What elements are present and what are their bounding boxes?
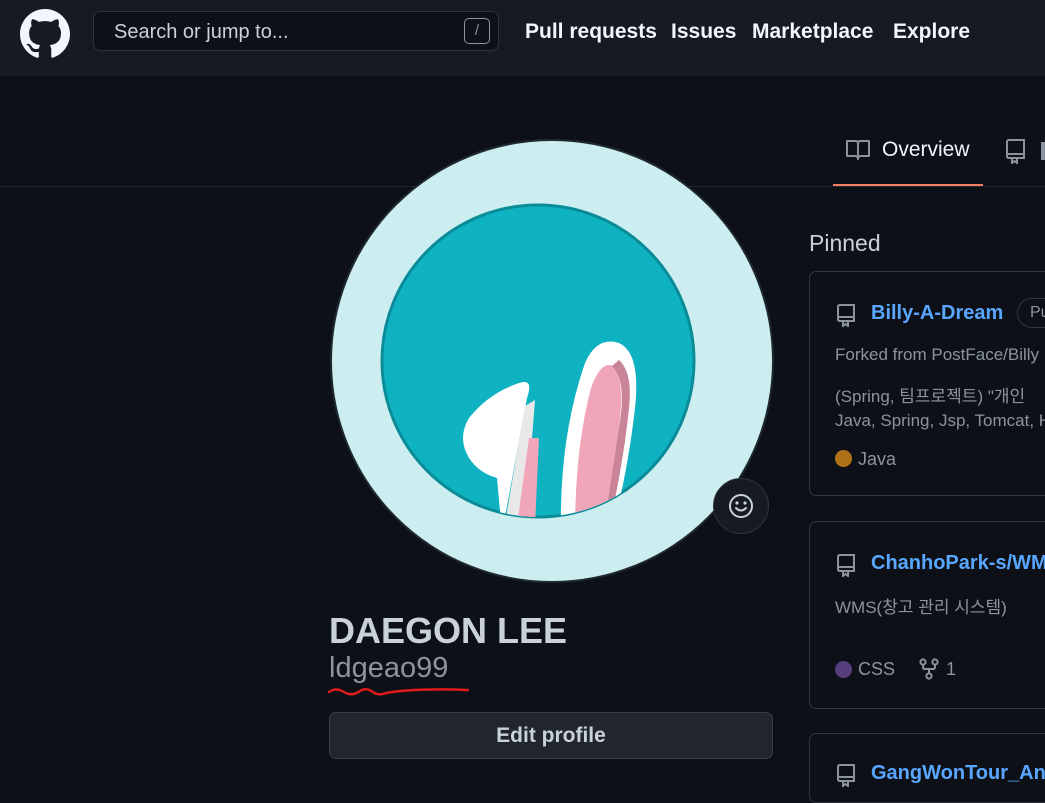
pinned-card-billy-a-dream: Billy-A-Dream Pu Forked from PostFace/Bi…: [809, 271, 1045, 496]
pinned-card-gangwontour: GangWonTour_And: [809, 733, 1045, 803]
repo-description: (Spring, 팀프로젝트) "개인: [835, 387, 1026, 406]
visibility-badge: Pu: [1017, 298, 1045, 328]
repo-description-line2: Java, Spring, Jsp, Tomcat, H: [835, 411, 1045, 430]
repo-link[interactable]: Billy-A-Dream: [871, 302, 1003, 325]
tab-repositories[interactable]: [1005, 134, 1045, 186]
language-color-dot: [835, 450, 852, 467]
repo-link[interactable]: ChanhoPark-s/WM: [871, 552, 1045, 575]
language-label: Java: [858, 449, 897, 469]
repo-icon: [1006, 139, 1025, 164]
repo-link[interactable]: GangWonTour_And: [871, 762, 1045, 785]
red-underline-annotation: [327, 688, 470, 696]
fork-icon[interactable]: [919, 658, 939, 680]
nav-pull-requests[interactable]: Pull requests: [525, 20, 657, 44]
search-box[interactable]: /: [93, 11, 499, 52]
fork-count[interactable]: 1: [946, 659, 956, 680]
avatar: [330, 139, 774, 583]
tab-repositories-clipped: [1041, 142, 1045, 160]
set-status-button[interactable]: [713, 478, 769, 534]
fork-source[interactable]: Forked from PostFace/Billy: [835, 345, 1039, 365]
tab-overview[interactable]: Overview: [833, 134, 983, 186]
top-header: / Pull requests Issues Marketplace Explo…: [0, 0, 1045, 76]
pinned-card-chanhopark-wms: ChanhoPark-s/WM WMS(창고 관리 시스템) CSS 1: [809, 521, 1045, 709]
nav-explore[interactable]: Explore: [893, 20, 970, 44]
smiley-icon: [729, 494, 753, 518]
book-icon: [846, 140, 870, 160]
nav-marketplace[interactable]: Marketplace: [752, 20, 873, 44]
profile-full-name: DAEGON LEE: [329, 610, 568, 651]
language-label: CSS: [858, 659, 896, 679]
profile-username: ldgeao99: [329, 652, 449, 684]
pinned-heading: Pinned: [809, 230, 881, 256]
repo-icon: [837, 304, 855, 327]
language-color-dot: [835, 661, 852, 678]
edit-profile-button[interactable]: Edit profile: [329, 712, 773, 759]
search-input[interactable]: [112, 12, 456, 52]
repo-description: WMS(창고 관리 시스템): [835, 598, 1007, 617]
github-logo-icon[interactable]: [20, 9, 70, 59]
nav-issues[interactable]: Issues: [671, 20, 736, 44]
tab-overview-label: Overview: [882, 138, 970, 161]
repo-icon: [837, 554, 855, 577]
repo-icon: [837, 764, 855, 787]
search-shortcut-key: /: [464, 18, 490, 44]
